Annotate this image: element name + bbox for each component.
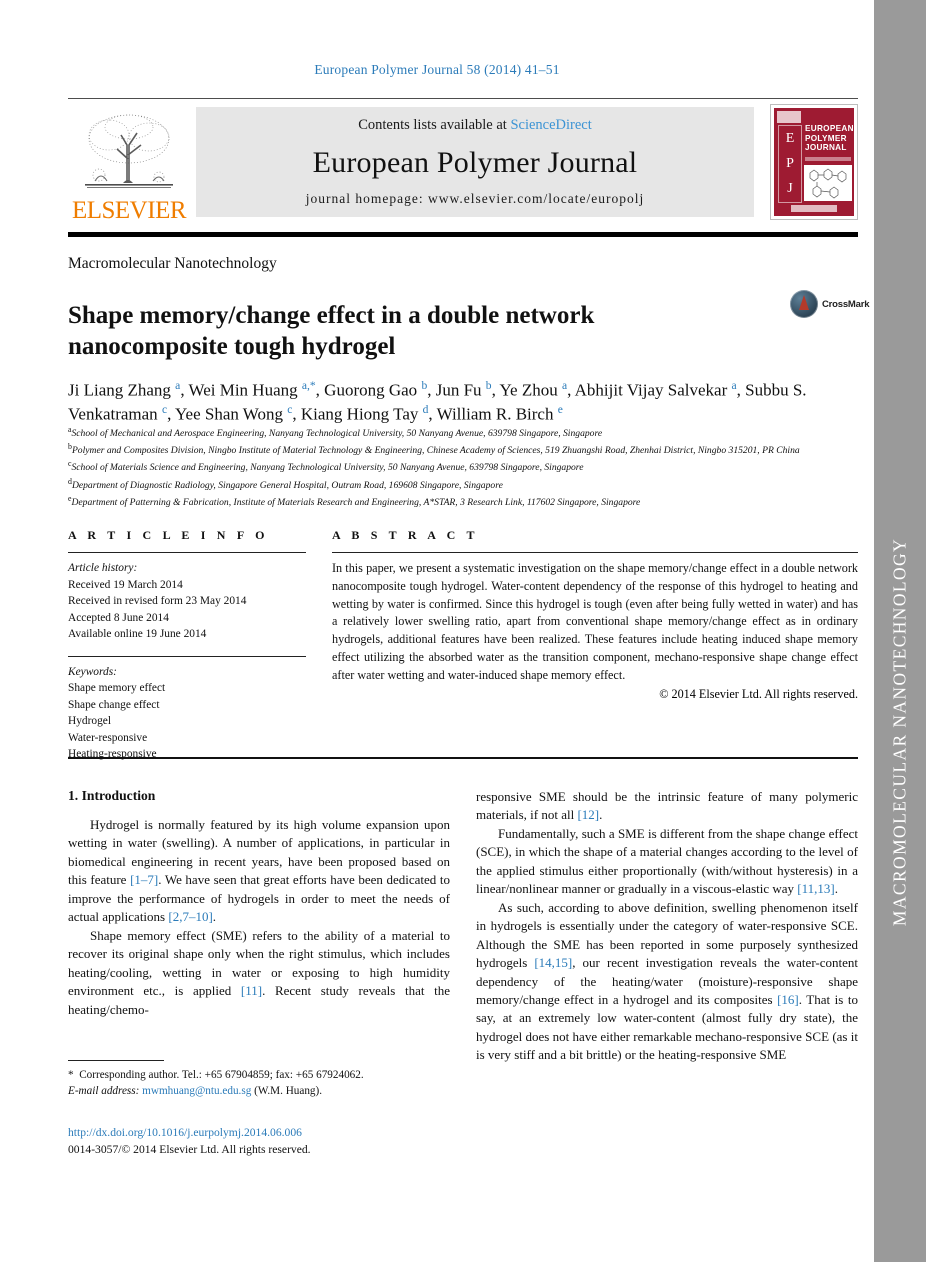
body-paragraph: Hydrogel is normally featured by its hig… bbox=[68, 817, 450, 925]
crossmark-icon bbox=[790, 290, 818, 318]
affiliation-c: cSchool of Materials Science and Enginee… bbox=[68, 458, 858, 475]
info-abstract-block: A R T I C L E I N F O Article history: R… bbox=[68, 528, 858, 763]
body-column-left: 1. Introduction Hydrogel is normally fea… bbox=[68, 788, 450, 1065]
cover-title-line2: POLYMER bbox=[805, 133, 847, 143]
masthead-center-panel: Contents lists available at ScienceDirec… bbox=[196, 107, 754, 217]
cover-chemistry-figure bbox=[804, 165, 852, 201]
affiliation-a: aSchool of Mechanical and Aerospace Engi… bbox=[68, 424, 858, 441]
keywords-group: Keywords: Shape memory effect Shape chan… bbox=[68, 664, 306, 763]
keyword-item: Hydrogel bbox=[68, 715, 112, 728]
macromolecular-nanotechnology-sidebar: MACROMOLECULAR NANOTECHNOLOGY bbox=[874, 0, 926, 1262]
abstract-text: In this paper, we present a systematic i… bbox=[332, 561, 858, 682]
author-list: Ji Liang Zhang a, Wei Min Huang a,*, Guo… bbox=[68, 379, 807, 424]
cover-initial-p: P bbox=[786, 155, 794, 171]
molecule-diagram-icon bbox=[809, 168, 847, 199]
masthead-bottom-rule bbox=[68, 232, 858, 237]
doi-link[interactable]: http://dx.doi.org/10.1016/j.eurpolymj.20… bbox=[68, 1124, 450, 1141]
affiliation-text-d: Department of Diagnostic Radiology, Sing… bbox=[71, 479, 503, 491]
cover-initial-j: J bbox=[787, 181, 793, 197]
body-paragraph: Fundamentally, such a SME is different f… bbox=[476, 825, 858, 897]
keywords-label: Keywords: bbox=[68, 665, 117, 678]
introduction-heading: 1. Introduction bbox=[68, 788, 156, 803]
running-head-citation: European Polymer Journal 58 (2014) 41–51 bbox=[314, 62, 560, 77]
footnote-rule bbox=[68, 1060, 164, 1061]
abstract-rule bbox=[332, 552, 858, 553]
contents-available-line: Contents lists available at ScienceDirec… bbox=[358, 117, 592, 134]
affiliation-b: bPolymer and Composites Division, Ningbo… bbox=[68, 441, 858, 458]
sidebar-vertical-label: MACROMOLECULAR NANOTECHNOLOGY bbox=[889, 537, 910, 927]
corresponding-author-line: * Corresponding author. Tel.: +65 679048… bbox=[68, 1069, 364, 1081]
affiliation-text-c: School of Materials Science and Engineer… bbox=[71, 462, 584, 474]
body-column-right: responsive SME should be the intrinsic f… bbox=[476, 788, 858, 1065]
affiliation-text-b: Polymer and Composites Division, Ningbo … bbox=[71, 445, 800, 457]
history-item: Available online 19 June 2014 bbox=[68, 628, 207, 641]
affiliation-e: eDepartment of Patterning & Fabrication,… bbox=[68, 493, 858, 510]
abstract-column: A B S T R A C T In this paper, we presen… bbox=[332, 528, 858, 763]
email-link[interactable]: mwmhuang@ntu.edu.sg bbox=[142, 1085, 251, 1097]
cover-elsevier-mark bbox=[777, 111, 801, 123]
article-info-rule-mid bbox=[68, 655, 306, 657]
contents-available-text: Contents lists available at bbox=[358, 117, 511, 133]
keyword-item: Heating-responsive bbox=[68, 748, 157, 761]
affiliation-list: aSchool of Mechanical and Aerospace Engi… bbox=[68, 424, 858, 510]
history-item: Received 19 March 2014 bbox=[68, 578, 183, 591]
body-columns: 1. Introduction Hydrogel is normally fea… bbox=[68, 788, 858, 1065]
cover-initials-column: E P J bbox=[778, 125, 802, 203]
article-info-rule-top bbox=[68, 552, 306, 553]
crossmark-badge[interactable]: CrossMark bbox=[790, 290, 870, 318]
elsevier-wordmark: ELSEVIER bbox=[71, 197, 187, 224]
email-line: E-mail address: mwmhuang@ntu.edu.sg (W.M… bbox=[68, 1084, 450, 1100]
abstract-copyright: © 2014 Elsevier Ltd. All rights reserved… bbox=[659, 686, 858, 701]
elsevier-tree-icon bbox=[85, 114, 173, 188]
article-page: European Polymer Journal 58 (2014) 41–51 bbox=[0, 0, 874, 1266]
affiliation-text-a: School of Mechanical and Aerospace Engin… bbox=[71, 428, 603, 440]
article-info-heading: A R T I C L E I N F O bbox=[68, 528, 269, 542]
cover-initial-e: E bbox=[785, 130, 795, 146]
journal-masthead: ELSEVIER Contents lists available at Sci… bbox=[68, 98, 858, 225]
affiliation-d: dDepartment of Diagnostic Radiology, Sin… bbox=[68, 476, 858, 493]
body-paragraph: Shape memory effect (SME) refers to the … bbox=[68, 927, 450, 1017]
email-owner: (W.M. Huang). bbox=[254, 1084, 323, 1097]
article-info-column: A R T I C L E I N F O Article history: R… bbox=[68, 528, 306, 763]
cover-title-text: EUROPEAN POLYMER JOURNAL bbox=[805, 124, 854, 153]
body-top-rule bbox=[68, 757, 858, 759]
issn-copyright-line: 0014-3057/© 2014 Elsevier Ltd. All right… bbox=[68, 1143, 311, 1157]
email-label: E-mail address: bbox=[68, 1084, 140, 1097]
elsevier-logo: ELSEVIER bbox=[68, 99, 190, 225]
cover-subtitle-bar bbox=[805, 157, 851, 161]
corresponding-author-footnote: * Corresponding author. Tel.: +65 679048… bbox=[68, 1060, 450, 1100]
article-history-label: Article history: bbox=[68, 562, 138, 574]
keyword-item: Shape memory effect bbox=[68, 682, 166, 695]
journal-homepage-link[interactable]: journal homepage: www.elsevier.com/locat… bbox=[306, 191, 645, 207]
cover-title-line1: EUROPEAN bbox=[805, 124, 854, 133]
crossmark-label: CrossMark bbox=[822, 298, 870, 310]
affiliation-text-e: Department of Patterning & Fabrication, … bbox=[71, 496, 641, 508]
abstract-heading: A B S T R A C T bbox=[332, 528, 479, 542]
doi-and-issn-block: http://dx.doi.org/10.1016/j.eurpolymj.20… bbox=[68, 1124, 450, 1159]
article-history-group: Article history: Received 19 March 2014 … bbox=[68, 560, 306, 643]
cover-footer-bar bbox=[791, 205, 837, 212]
body-paragraph: responsive SME should be the intrinsic f… bbox=[476, 789, 858, 823]
body-paragraph: As such, according to above definition, … bbox=[476, 899, 858, 1063]
history-item: Received in revised form 23 May 2014 bbox=[68, 595, 247, 608]
journal-cover-thumbnail: E P J EUROPEAN POLYMER JOURNAL bbox=[760, 99, 858, 225]
sciencedirect-link[interactable]: ScienceDirect bbox=[510, 117, 591, 133]
cover-image: E P J EUROPEAN POLYMER JOURNAL bbox=[770, 104, 858, 220]
cover-title-line3: JOURNAL bbox=[805, 143, 847, 153]
section-heading: Macromolecular Nanotechnology bbox=[68, 255, 277, 272]
keyword-item: Shape change effect bbox=[68, 698, 160, 711]
history-item: Accepted 8 June 2014 bbox=[68, 611, 169, 624]
page-title: Shape memory/change effect in a double n… bbox=[68, 301, 595, 360]
journal-title: European Polymer Journal bbox=[312, 145, 638, 179]
keyword-item: Water-responsive bbox=[68, 731, 148, 744]
